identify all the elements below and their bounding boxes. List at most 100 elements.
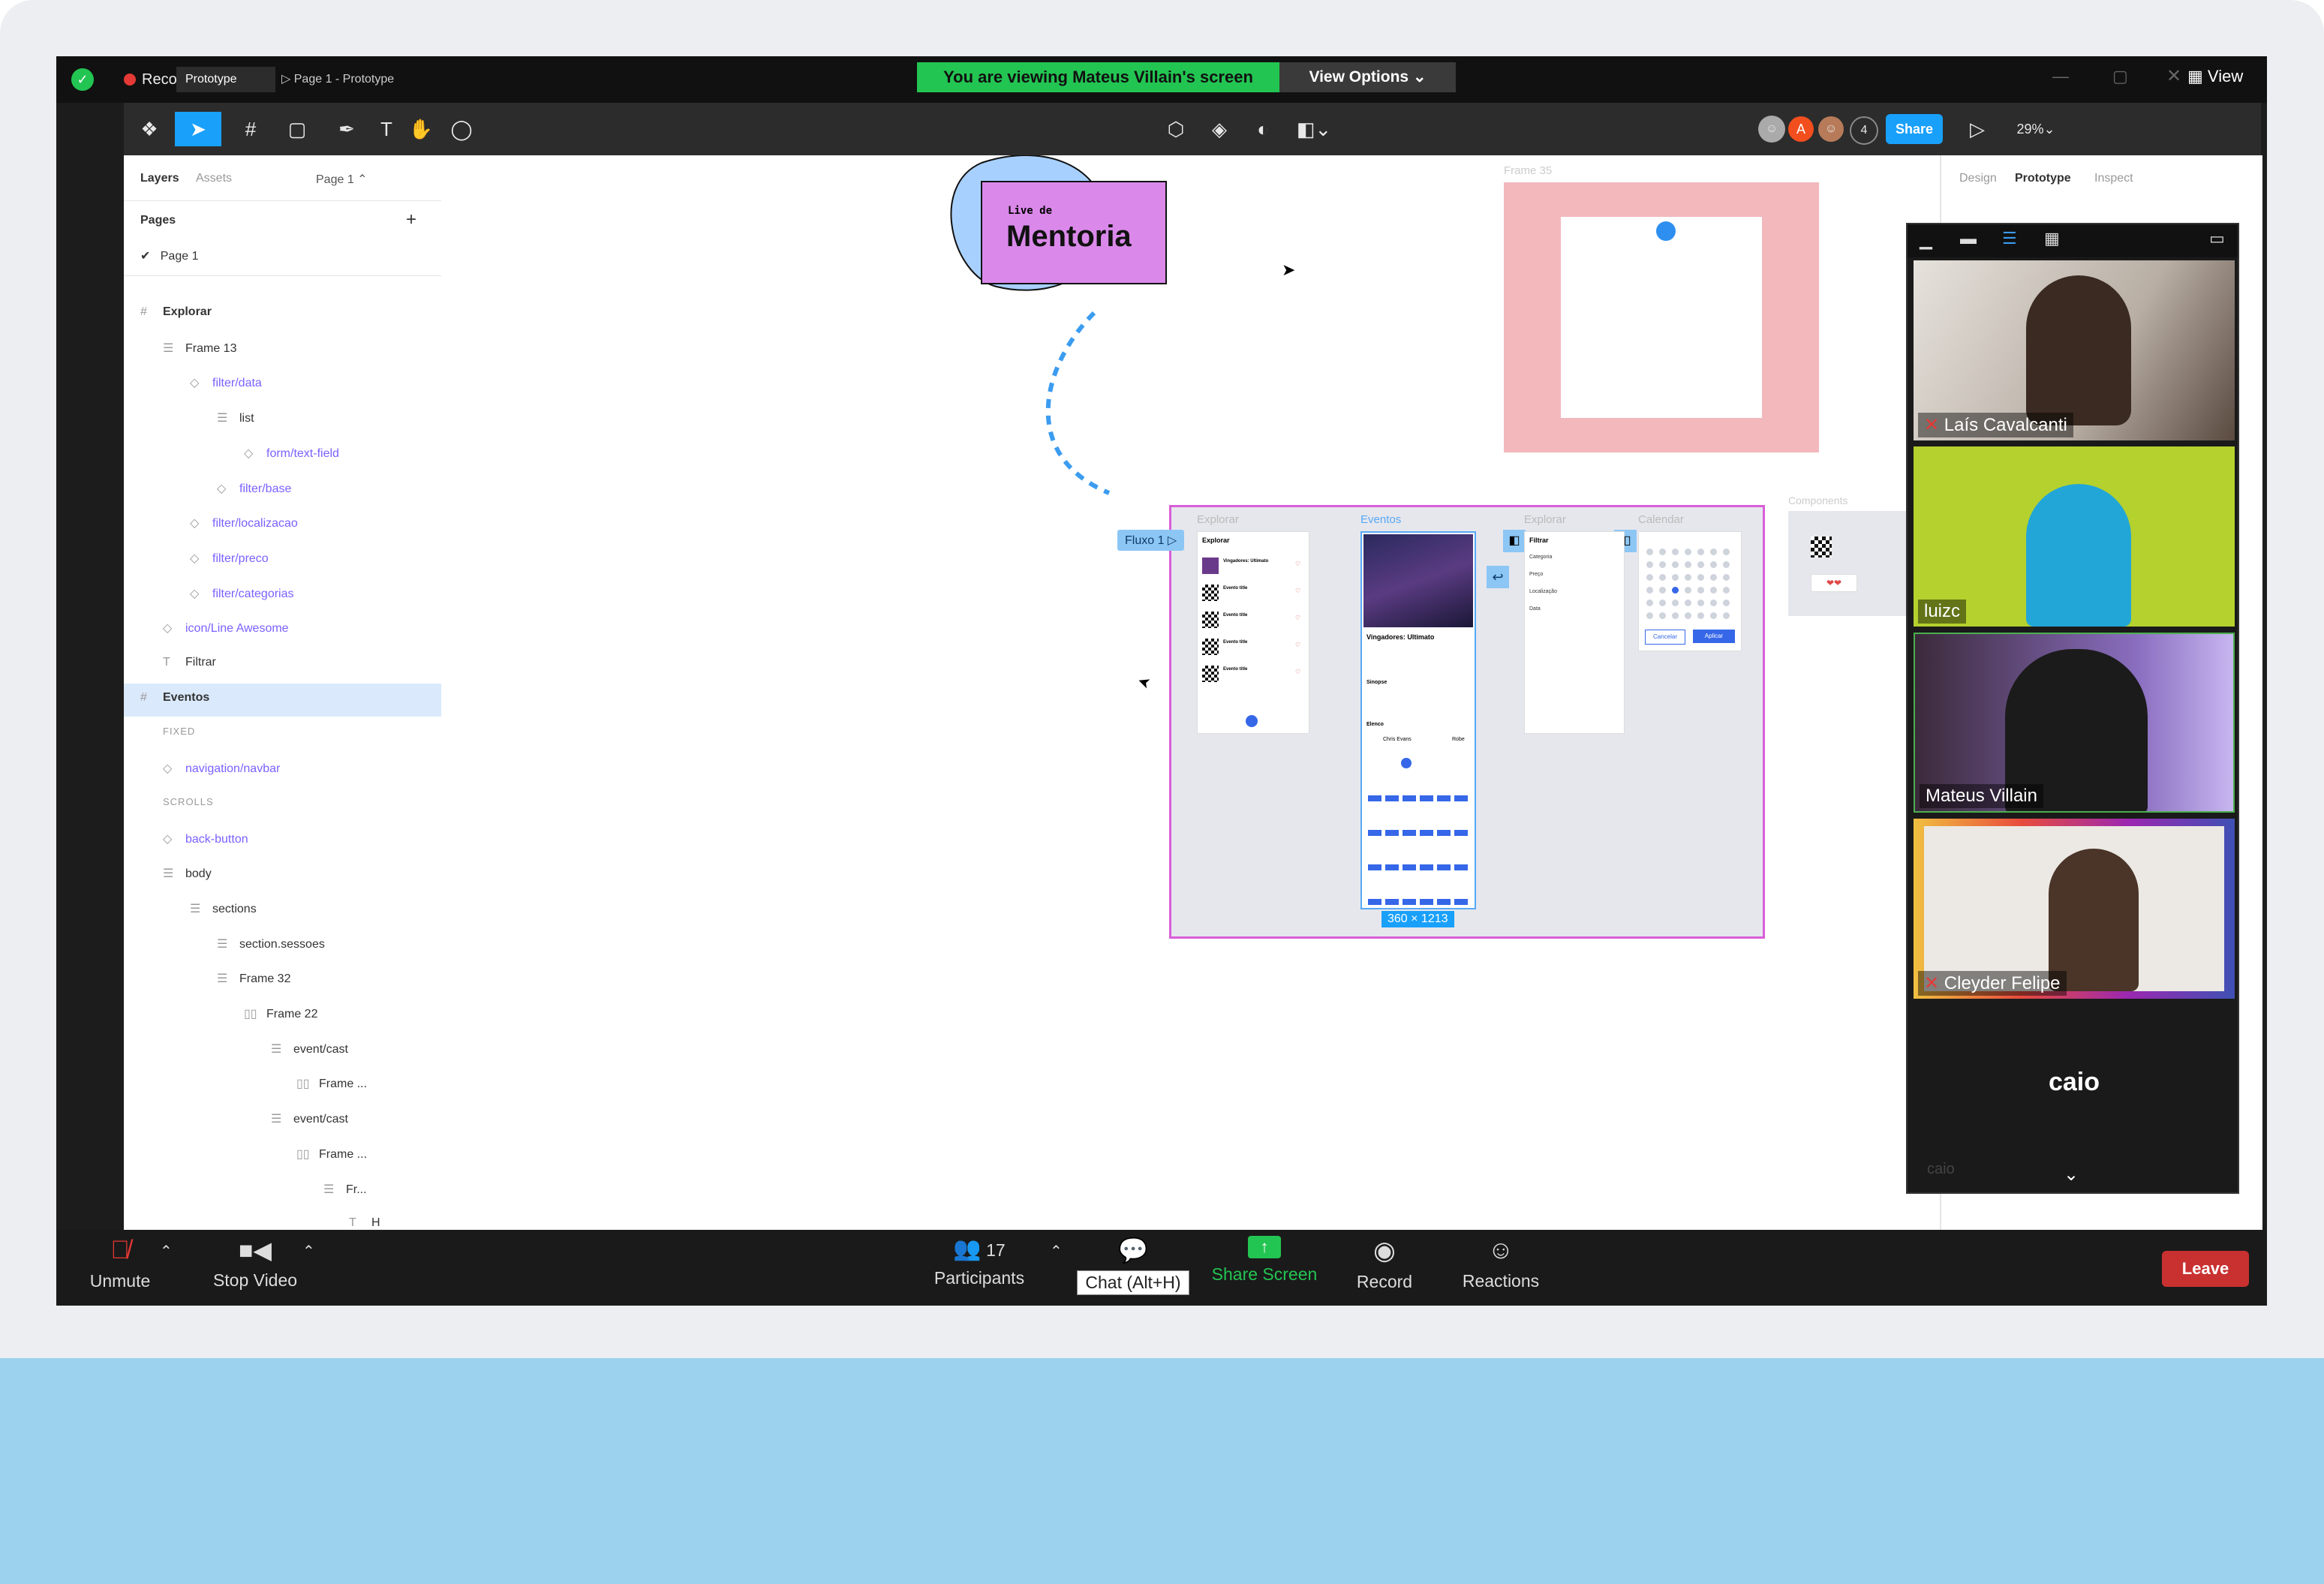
back-arrow-icon[interactable]: ↩ bbox=[1487, 566, 1509, 588]
frame-label-explorar[interactable]: Explorar bbox=[1197, 513, 1239, 526]
layer-item[interactable]: ☰ list bbox=[217, 410, 254, 425]
layer-item[interactable]: ◇ filter/preco bbox=[190, 551, 269, 566]
calendar-apply-button[interactable]: Aplicar bbox=[1693, 630, 1735, 643]
event-screen-thumbnail[interactable]: Vingadores: Ultimato Sinopse Elenco Chri… bbox=[1360, 531, 1476, 909]
layer-item[interactable]: ☰ Frame 32 bbox=[217, 971, 290, 986]
record-button[interactable]: ◉ Record bbox=[1343, 1236, 1426, 1292]
layer-item[interactable]: ◇ back-button bbox=[163, 831, 248, 846]
layer-item[interactable]: # Explorar bbox=[140, 305, 212, 319]
tab-layers[interactable]: Layers bbox=[140, 172, 179, 185]
add-page-icon[interactable]: + bbox=[406, 209, 416, 230]
calendar-day bbox=[1697, 574, 1704, 581]
layer-item[interactable]: ◇ filter/base bbox=[217, 481, 291, 496]
video-tile[interactable]: Mateus Villain bbox=[1914, 633, 2235, 813]
layer-item[interactable]: ▯▯ Frame 22 bbox=[244, 1006, 317, 1021]
exit-gallery-icon[interactable]: ▭ bbox=[2209, 229, 2225, 248]
frame-label-calendar[interactable]: Calendar bbox=[1638, 513, 1684, 526]
tab-design[interactable]: Design bbox=[1959, 172, 1997, 185]
video-tile[interactable]: ✕ Cleyder Felipe bbox=[1914, 819, 2235, 999]
frame-35-label[interactable]: Frame 35 bbox=[1504, 164, 1552, 177]
move-tool-icon[interactable]: ➤ bbox=[175, 112, 221, 146]
page-selector[interactable]: Page 1 ⌃ bbox=[316, 172, 368, 187]
flow-start-badge[interactable]: Fluxo 1 ▷ bbox=[1117, 530, 1185, 551]
strip-view-icon[interactable]: ☰ bbox=[2002, 229, 2017, 248]
stop-video-button[interactable]: ■◀ Stop Video bbox=[206, 1236, 304, 1291]
layer-item[interactable]: ▯▯ Frame ... bbox=[296, 1147, 367, 1162]
link-icon[interactable]: ⬡ bbox=[1161, 112, 1191, 146]
collaborator-avatar[interactable]: ☺ bbox=[1758, 116, 1785, 143]
component-icon[interactable]: ◈ bbox=[1204, 112, 1234, 146]
boolean-icon[interactable]: ◧⌄ bbox=[1291, 112, 1336, 146]
layer-item[interactable]: ☰ event/cast bbox=[271, 1111, 348, 1126]
avatar bbox=[2026, 275, 2131, 425]
layer-item[interactable]: ◇ filter/localizacao bbox=[190, 515, 298, 531]
explore-screen-thumbnail[interactable]: Explorar Vingadores: Ultimato ♡ Evento tit… bbox=[1197, 531, 1309, 734]
chevron-down-icon[interactable]: ⌄ bbox=[2064, 1164, 2079, 1186]
participants-button[interactable]: 👥 17 Participants bbox=[927, 1236, 1032, 1288]
layer-item[interactable]: # Eventos bbox=[140, 691, 209, 705]
tab-assets[interactable]: Assets bbox=[196, 172, 232, 185]
leave-button[interactable]: Leave bbox=[2162, 1251, 2249, 1287]
minimize-icon[interactable]: ▁ bbox=[1920, 230, 1932, 250]
components-label[interactable]: Components bbox=[1788, 494, 1847, 506]
view-options-button[interactable]: View Options ⌄ bbox=[1279, 62, 1456, 92]
gallery-view-icon[interactable]: ▦ bbox=[2044, 229, 2060, 248]
video-tile[interactable]: luizc bbox=[1914, 446, 2235, 627]
main-menu-icon[interactable]: ❖ bbox=[134, 112, 164, 146]
layer-item[interactable]: T Filtrar bbox=[163, 656, 216, 669]
layer-item[interactable]: TH bbox=[349, 1216, 380, 1230]
layer-item[interactable]: ◇ filter/categorias bbox=[190, 586, 294, 601]
comment-tool-icon[interactable]: ◯ bbox=[446, 112, 477, 146]
share-button[interactable]: Share bbox=[1886, 114, 1943, 144]
pen-tool-icon[interactable]: ✒ bbox=[328, 112, 365, 146]
layer-item[interactable]: ☰ event/cast bbox=[271, 1041, 348, 1057]
device-icon[interactable]: ◧ bbox=[1503, 530, 1526, 552]
reactions-button[interactable]: ☺ Reactions bbox=[1452, 1236, 1550, 1291]
frame-tool-icon[interactable]: # bbox=[232, 112, 269, 146]
calendar-cancel-button[interactable]: Cancelar bbox=[1645, 630, 1685, 645]
view-button[interactable]: ▦ View bbox=[2187, 67, 2243, 86]
frame-label-eventos[interactable]: Eventos bbox=[1360, 513, 1401, 526]
collaborator-count-badge[interactable]: 4 bbox=[1850, 116, 1878, 145]
layer-item[interactable]: ☰ Frame 13 bbox=[163, 341, 236, 356]
collaborator-avatar[interactable]: ☺ bbox=[1818, 116, 1844, 142]
participants-options-caret[interactable]: ⌃ bbox=[1050, 1242, 1063, 1261]
chat-button[interactable]: 💬 Chat (Alt+H) bbox=[1077, 1236, 1189, 1295]
frame-35[interactable] bbox=[1504, 182, 1819, 452]
video-tile[interactable]: ✕ Laís Cavalcanti bbox=[1914, 260, 2235, 440]
unmute-button[interactable]: 🎙̸ Unmute bbox=[86, 1236, 154, 1291]
window-close-icon[interactable]: ✕ bbox=[2166, 65, 2181, 87]
mask-icon[interactable]: ◐ bbox=[1248, 112, 1278, 146]
video-tile[interactable]: caio caio bbox=[1914, 1005, 2235, 1185]
tab-prototype[interactable]: LayersPrototype bbox=[176, 67, 275, 92]
window-restore-icon[interactable]: ▢ bbox=[2112, 67, 2128, 86]
layer-item[interactable]: ◇ icon/Line Awesome bbox=[163, 621, 289, 636]
page-list-item[interactable]: ✔ Page 1 bbox=[140, 248, 198, 263]
layer-item[interactable]: ☰ section.sessoes bbox=[217, 936, 325, 951]
layer-item[interactable]: ☰ body bbox=[163, 866, 212, 881]
calendar-thumbnail[interactable]: Cancelar Aplicar bbox=[1638, 531, 1742, 651]
collaborator-avatar[interactable]: A bbox=[1788, 116, 1814, 142]
window-minimize-icon[interactable]: — bbox=[2052, 67, 2069, 86]
frame-label-explorar-2[interactable]: Explorar bbox=[1524, 513, 1566, 526]
present-icon[interactable]: ▷ bbox=[1962, 112, 1992, 146]
video-options-caret[interactable]: ⌃ bbox=[302, 1242, 315, 1261]
tab-inspect[interactable]: Inspect bbox=[2094, 172, 2133, 185]
share-screen-button[interactable]: ↑ Share Screen bbox=[1204, 1236, 1324, 1285]
layer-item[interactable]: ◇ filter/data bbox=[190, 375, 262, 390]
prototype-section[interactable]: Explorar Eventos Explorar Calendar Explo… bbox=[1117, 505, 1765, 939]
hand-tool-icon[interactable]: ✋ bbox=[406, 112, 436, 146]
tab-prototype-panel[interactable]: Prototype bbox=[2015, 172, 2071, 185]
layer-item[interactable]: ◇ navigation/navbar bbox=[163, 761, 280, 776]
layer-item[interactable]: ▯▯ Frame ... bbox=[296, 1076, 367, 1091]
text-tool-icon[interactable]: T bbox=[371, 112, 401, 146]
zoom-level-dropdown[interactable]: 29% ⌄ bbox=[2006, 112, 2066, 146]
layer-item[interactable]: ☰ sections bbox=[190, 901, 257, 916]
tab-page1-prototype[interactable]: ▷ Page 1 - Prototype bbox=[281, 67, 431, 92]
speaker-view-icon[interactable]: ▬ bbox=[1960, 229, 1977, 248]
filter-screen-thumbnail[interactable]: Filtrar Categoria Preço Localização Data bbox=[1524, 531, 1625, 734]
layer-item[interactable]: ☰ Fr... bbox=[323, 1182, 367, 1197]
layer-item[interactable]: ◇ form/text-field bbox=[244, 446, 339, 461]
shape-tool-icon[interactable]: ▢ bbox=[278, 112, 316, 146]
audio-options-caret[interactable]: ⌃ bbox=[160, 1242, 173, 1261]
